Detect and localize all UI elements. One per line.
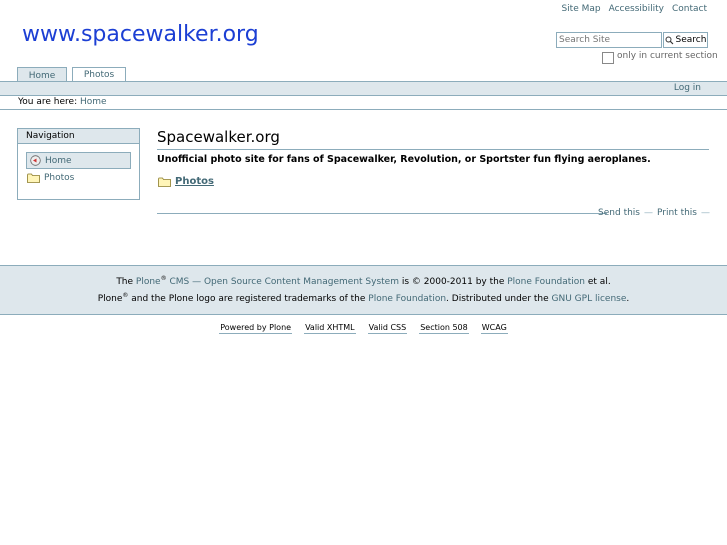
footer-trademark: Plone® and the Plone logo are registered… — [0, 292, 727, 304]
folder-listing-item[interactable]: Photos — [158, 176, 214, 187]
action-separator: — — [644, 208, 653, 218]
contact-link[interactable]: Contact — [672, 4, 707, 14]
navigation-portlet: Navigation Home Photos — [17, 128, 140, 200]
tab-photos[interactable]: Photos — [72, 67, 126, 82]
nav-item-home[interactable]: Home — [26, 152, 131, 169]
breadcrumb-divider — [0, 109, 727, 110]
search-input[interactable] — [556, 32, 662, 48]
nav-item-photos-label: Photos — [44, 173, 75, 183]
valid-css-badge[interactable]: Valid CSS — [367, 323, 408, 334]
footer-text: et al. — [585, 277, 611, 287]
plone-foundation-link[interactable]: Plone Foundation — [507, 277, 585, 287]
search-button-label: Search — [675, 35, 707, 45]
folder-icon — [158, 177, 171, 187]
powered-by-plone-badge[interactable]: Powered by Plone — [219, 323, 293, 334]
colophon: Powered by Plone Valid XHTML Valid CSS S… — [0, 323, 727, 334]
plone-link[interactable]: Plone — [136, 277, 161, 287]
tab-home-label: Home — [28, 70, 56, 81]
current-section-checkbox[interactable] — [602, 52, 614, 64]
breadcrumb-home[interactable]: Home — [80, 97, 107, 107]
folder-icon — [27, 173, 40, 183]
cms-link[interactable]: CMS — Open Source Content Management Sys… — [167, 277, 399, 287]
print-this-link[interactable]: Print this — [657, 208, 697, 218]
title-divider — [157, 149, 709, 150]
footer-text: and the Plone logo are registered tradem… — [128, 294, 369, 304]
wcag-badge[interactable]: WCAG — [480, 323, 508, 334]
site-map-link[interactable]: Site Map — [561, 4, 600, 14]
send-this-link[interactable]: Send this — [598, 208, 640, 218]
footer-text: is © 2000-2011 by the — [399, 277, 508, 287]
login-link[interactable]: Log in — [674, 83, 701, 93]
page-title: Spacewalker.org — [157, 128, 280, 146]
breadcrumb: You are here: Home — [18, 97, 107, 107]
breadcrumb-prefix: You are here: — [18, 97, 78, 107]
footer-text: Plone — [97, 294, 123, 304]
footer-text: . — [626, 294, 630, 304]
document-actions-divider — [157, 213, 607, 214]
section-508-badge[interactable]: Section 508 — [419, 323, 469, 334]
tab-photos-label: Photos — [83, 70, 115, 80]
accessibility-link[interactable]: Accessibility — [609, 4, 664, 14]
footer-copyright: The Plone® CMS — Open Source Content Man… — [0, 275, 727, 287]
search-icon — [665, 36, 673, 44]
gpl-license-link[interactable]: GNU GPL license — [552, 294, 627, 304]
site-actions: Site Map Accessibility Contact — [561, 4, 707, 14]
footer-text: The — [116, 277, 136, 287]
search-button[interactable]: Search — [663, 32, 708, 48]
nav-item-home-label: Home — [45, 155, 72, 166]
valid-xhtml-badge[interactable]: Valid XHTML — [304, 323, 356, 334]
portlet-title: Navigation — [18, 129, 139, 144]
current-section-label: only in current section — [617, 51, 718, 61]
personal-bar: Log in — [0, 82, 727, 96]
action-separator: — — [701, 208, 710, 218]
document-actions: Send this — Print this — — [598, 208, 710, 218]
folder-link[interactable]: Photos — [175, 176, 214, 187]
page-description: Unofficial photo site for fans of Spacew… — [157, 154, 651, 165]
footer-text: . Distributed under the — [446, 294, 552, 304]
home-icon — [30, 155, 41, 166]
site-logo[interactable]: www.spacewalker.org — [22, 22, 259, 47]
nav-item-photos[interactable]: Photos — [27, 173, 74, 183]
plone-foundation-link[interactable]: Plone Foundation — [368, 294, 446, 304]
footer: The Plone® CMS — Open Source Content Man… — [0, 265, 727, 315]
